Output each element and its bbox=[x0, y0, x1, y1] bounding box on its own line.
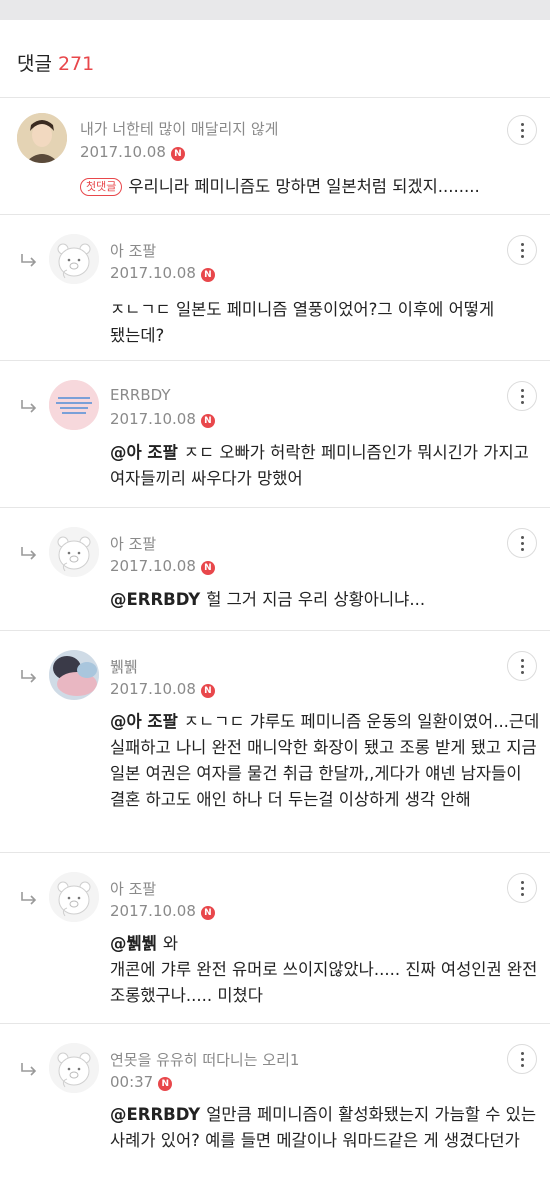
new-badge: N bbox=[200, 414, 215, 428]
date-text: 2017.10.08 bbox=[110, 680, 196, 698]
author-name[interactable]: ERRBDY bbox=[110, 386, 171, 404]
default-bear-avatar-icon bbox=[49, 1043, 99, 1093]
comment-text: 와 개콘에 갸루 완전 유머로 쓰이지않았나..... 진짜 여성인권 완전 조… bbox=[110, 934, 538, 1005]
author-name[interactable]: 연못을 유유히 떠다니는 오리1 bbox=[110, 1049, 299, 1070]
more-options-button[interactable] bbox=[507, 1044, 537, 1074]
author-name[interactable]: 아 조팔 bbox=[110, 533, 156, 554]
default-bear-avatar-icon bbox=[49, 872, 99, 922]
reply-item: 아 조팔 2017.10.08 N ㅈㄴㄱㄷ 일본도 페미니즘 열풍이었어?그 이… bbox=[0, 215, 550, 360]
new-badge: N bbox=[158, 1077, 173, 1091]
new-badge: N bbox=[200, 268, 215, 282]
more-options-button[interactable] bbox=[507, 381, 537, 411]
avatar[interactable] bbox=[49, 872, 99, 922]
reply-item: 아 조팔 2017.10.08 N @뷁뷁 와 개콘에 갸루 완전 유머로 쓰이지않… bbox=[0, 853, 550, 1023]
mention[interactable]: @아 조팔 bbox=[110, 443, 178, 462]
comments-label: 댓글 bbox=[17, 53, 52, 75]
reply-arrow-icon bbox=[21, 670, 37, 683]
comment-date: 2017.10.08 N bbox=[80, 143, 185, 161]
comment-text: 우리니라 페미니즘도 망하면 일본처럼 되겠지........ bbox=[128, 177, 480, 196]
avatar[interactable] bbox=[49, 527, 99, 577]
reply-item: 아 조팔 2017.10.08 N @ERRBDY 헐 그거 지금 우리 상황아니냐… bbox=[0, 508, 550, 630]
top-strip bbox=[0, 0, 550, 20]
mention[interactable]: @ERRBDY bbox=[110, 1105, 200, 1124]
comment-body: @뷁뷁 와 개콘에 갸루 완전 유머로 쓰이지않았나..... 진짜 여성인권 완… bbox=[110, 931, 540, 1009]
avatar[interactable] bbox=[49, 380, 99, 430]
default-bear-avatar-icon bbox=[49, 527, 99, 577]
mention[interactable]: @아 조팔 bbox=[110, 712, 178, 731]
comment-body: @ERRBDY 얼만큼 페미니즘이 활성화됐는지 가늠할 수 있는 사례가 있어?… bbox=[110, 1102, 540, 1154]
mention[interactable]: @뷁뷁 bbox=[110, 934, 157, 953]
comment-body: 첫댓글 우리니라 페미니즘도 망하면 일본처럼 되겠지........ bbox=[80, 174, 520, 200]
reply-arrow-icon bbox=[21, 254, 37, 267]
comment-date: 2017.10.08 N bbox=[110, 902, 215, 920]
more-options-button[interactable] bbox=[507, 528, 537, 558]
comments-header: 댓글 271 bbox=[17, 49, 94, 76]
date-text: 2017.10.08 bbox=[80, 143, 166, 161]
new-badge: N bbox=[200, 684, 215, 698]
comments-count: 271 bbox=[57, 53, 95, 75]
comment-body: ㅈㄴㄱㄷ 일본도 페미니즘 열풍이었어?그 이후에 어떻게 됐는데? bbox=[110, 297, 540, 349]
avatar[interactable] bbox=[17, 113, 67, 163]
mention[interactable]: @ERRBDY bbox=[110, 590, 200, 609]
comment-body: @아 조팔 ㅈㄴㄱㄷ 갸루도 페미니즘 운동의 일환이였어...근데 실패하고 나… bbox=[110, 709, 540, 813]
avatar[interactable] bbox=[49, 650, 99, 700]
date-text: 00:37 bbox=[110, 1073, 154, 1091]
author-name[interactable]: 내가 너한테 많이 매달리지 않게 bbox=[80, 118, 278, 139]
comment-date: 2017.10.08 N bbox=[110, 680, 215, 698]
comment-date: 2017.10.08 N bbox=[110, 264, 215, 282]
more-options-button[interactable] bbox=[507, 115, 537, 145]
new-badge: N bbox=[170, 147, 185, 161]
reply-arrow-icon bbox=[21, 547, 37, 560]
comment-item: 내가 너한테 많이 매달리지 않게 2017.10.08 N 첫댓글 우리니라 페미… bbox=[0, 98, 550, 214]
reply-arrow-icon bbox=[21, 892, 37, 905]
author-name[interactable]: 아 조팔 bbox=[110, 878, 156, 899]
comment-body: @ERRBDY 헐 그거 지금 우리 상황아니냐... bbox=[110, 587, 540, 613]
new-badge: N bbox=[200, 561, 215, 575]
pink-text-image bbox=[49, 380, 99, 430]
date-text: 2017.10.08 bbox=[110, 902, 196, 920]
comment-text: 헐 그거 지금 우리 상황아니냐... bbox=[206, 590, 426, 609]
comment-date: 00:37 N bbox=[110, 1073, 173, 1091]
reply-item: ERRBDY 2017.10.08 N @아 조팔 ㅈㄷ 오빠가 허락한 페미니즘인… bbox=[0, 361, 550, 507]
default-bear-avatar-icon bbox=[49, 234, 99, 284]
reply-arrow-icon bbox=[21, 400, 37, 413]
date-text: 2017.10.08 bbox=[110, 264, 196, 282]
reply-arrow-icon bbox=[21, 1063, 37, 1076]
new-badge: N bbox=[200, 906, 215, 920]
profile-photo-image bbox=[17, 113, 67, 163]
more-options-button[interactable] bbox=[507, 235, 537, 265]
avatar[interactable] bbox=[49, 234, 99, 284]
blurry-photo-image bbox=[49, 650, 99, 700]
reply-item: 연못을 유유히 떠다니는 오리1 00:37 N @ERRBDY 얼만큼 페미니즘이… bbox=[0, 1024, 550, 1187]
avatar[interactable] bbox=[49, 1043, 99, 1093]
more-options-button[interactable] bbox=[507, 873, 537, 903]
date-text: 2017.10.08 bbox=[110, 410, 196, 428]
author-name[interactable]: 아 조팔 bbox=[110, 240, 156, 261]
comment-date: 2017.10.08 N bbox=[110, 557, 215, 575]
first-comment-tag: 첫댓글 bbox=[80, 178, 123, 196]
more-options-button[interactable] bbox=[507, 651, 537, 681]
comment-body: @아 조팔 ㅈㄷ 오빠가 허락한 페미니즘인가 뭐시긴가 가지고 여자들끼리 싸우… bbox=[110, 440, 540, 492]
date-text: 2017.10.08 bbox=[110, 557, 196, 575]
comment-date: 2017.10.08 N bbox=[110, 410, 215, 428]
author-name[interactable]: 뷁뷁 bbox=[110, 656, 138, 677]
comment-text: ㅈㄴㄱㄷ 일본도 페미니즘 열풍이었어?그 이후에 어떻게 됐는데? bbox=[110, 300, 495, 345]
reply-item: 뷁뷁 2017.10.08 N @아 조팔 ㅈㄴㄱㄷ 갸루도 페미니즘 운동의 일환… bbox=[0, 631, 550, 851]
